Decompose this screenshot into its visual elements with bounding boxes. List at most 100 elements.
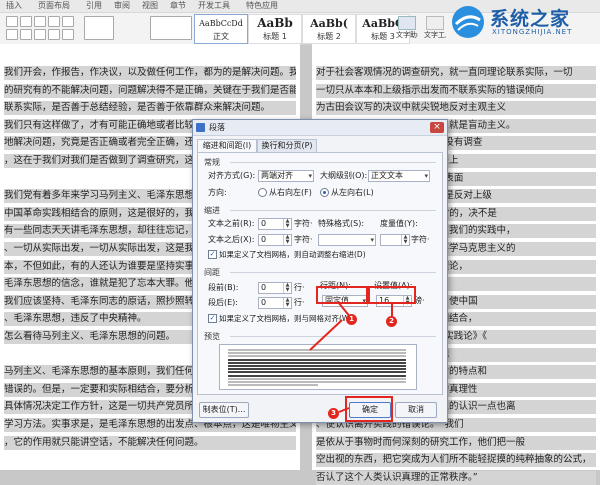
preview-line [228, 381, 406, 383]
outline-level-select[interactable]: 正文文本 ▾ [368, 170, 430, 182]
spinner-icon[interactable]: ▲ ▼ [283, 235, 291, 245]
outdent-icon[interactable] [48, 16, 60, 27]
tab-stops-button[interactable]: 制表位(T)... [199, 402, 249, 418]
section-general: 常规 [204, 158, 220, 167]
document-text-line[interactable]: 是依从于事物时而何深刻的研究工作，他们把一般 [316, 435, 596, 450]
document-text-line[interactable]: ，它的作用就只能讲空话，不能解决任何问题。 [4, 435, 296, 450]
style-heading-1[interactable]: AaBb 标题 1 [248, 14, 302, 44]
after-text-unit[interactable]: 字符· [294, 235, 313, 245]
direction-label: 方向: [208, 188, 227, 197]
menu-developer[interactable]: 开发工具 [198, 0, 230, 12]
logo-name: 系统之家 [490, 8, 571, 30]
indent-icon[interactable] [34, 16, 46, 27]
grid-align-checkbox[interactable]: ✓ [208, 314, 217, 323]
number-list-icon[interactable] [20, 16, 32, 27]
spinner-icon[interactable]: ▲ ▼ [283, 283, 291, 293]
app-icon [196, 123, 205, 132]
document-text-line[interactable]: 联系实际，是否善于总结经验，是否善于依靠群众来解决问题。 [4, 101, 296, 116]
menu-special[interactable]: 特色应用 [246, 0, 278, 12]
outline-level-label: 大纲级别(O): [320, 171, 368, 180]
style-preview: AaBb [257, 16, 293, 30]
before-seg-unit[interactable]: 行· [294, 283, 305, 293]
align-right-icon[interactable] [34, 29, 46, 40]
tab-indent-spacing[interactable]: 缩进和间距(I) [197, 139, 257, 153]
divider [230, 272, 436, 273]
measure-label: 度量值(Y): [380, 219, 418, 228]
measure-unit[interactable]: 字符· [411, 235, 430, 245]
close-icon[interactable]: × [430, 122, 444, 133]
menu-references[interactable]: 引用 [86, 0, 102, 12]
direction-ltr-radio[interactable] [320, 188, 329, 197]
cancel-button[interactable]: 取消 [395, 402, 437, 418]
bullet-list-icon[interactable] [6, 16, 18, 27]
document-text-line[interactable]: 否认了这个人类认识真理的正常秩序。” [316, 470, 596, 485]
preview-line [228, 368, 406, 371]
line-spacing-icon[interactable] [62, 29, 74, 40]
after-text-value: 0 [261, 235, 267, 244]
text-assistant-icon [398, 16, 416, 30]
paragraph-tools-icon[interactable] [150, 16, 192, 40]
align-left-icon[interactable] [6, 29, 18, 40]
measure-input[interactable]: ▲ ▼ [380, 234, 410, 246]
document-text-line[interactable]: 一切只从本本和上级指示出发而不联系实际的错误倾向 [316, 83, 596, 98]
special-format-select[interactable]: ▾ [318, 234, 376, 246]
preview-line [228, 361, 406, 364]
text-tools-button[interactable]: 文字工具 [424, 14, 446, 42]
preview-line [228, 358, 406, 361]
before-seg-value: 0 [261, 283, 267, 292]
document-text-line[interactable]: 我们开会，作报告，作决议，以及做任何工作，都为的是解决问题。我们说 [4, 66, 296, 80]
document-text-line[interactable]: 对于社会客观情况的调查研究，就一直同理论联系实际，一切 [316, 66, 596, 80]
after-seg-input[interactable]: 0 ▲ ▼ [258, 297, 292, 309]
dialog-title: 段落 [209, 123, 225, 132]
preview-line [228, 349, 406, 351]
highlight-ok-button [345, 396, 393, 422]
highlight-set-value [368, 286, 416, 304]
chevron-down-icon: ▾ [308, 172, 312, 180]
border-shading-icon[interactable] [84, 16, 114, 40]
text-assistant-button[interactable]: 文字助手 [396, 14, 418, 42]
before-seg-label: 段前(B): [208, 283, 239, 292]
outline-level-value: 正文文本 [371, 171, 403, 180]
document-text-line[interactable]: 为古田会议写的决议中就尖锐地反对主观主义 [316, 101, 596, 116]
menu-insert[interactable]: 插入 [6, 0, 22, 12]
alignment-select[interactable]: 两端对齐 ▾ [258, 170, 314, 182]
style-normal[interactable]: AaBbCcDd 正文 [194, 14, 248, 44]
section-spacing: 间距 [204, 268, 220, 277]
after-text-input[interactable]: 0 ▲ ▼ [258, 234, 292, 246]
step-badge-2: 2 [386, 316, 397, 327]
spinner-icon[interactable]: ▲ ▼ [283, 298, 291, 308]
spinner-icon[interactable]: ▲ ▼ [401, 235, 409, 245]
button-label: 文字助手 [396, 31, 418, 39]
text-tools-icon [426, 16, 444, 30]
preview-line [228, 377, 406, 380]
logo-icon [452, 6, 484, 38]
menu-view[interactable]: 视图 [142, 0, 158, 12]
menu-review[interactable]: 审阅 [114, 0, 130, 12]
menu-chapter[interactable]: 章节 [170, 0, 186, 12]
document-text-line[interactable]: 空出视的东西，把它突成为人们所不能轻捉摸的纯粹抽象的公式， [316, 453, 596, 468]
before-text-label: 文本之前(R): [208, 219, 255, 228]
spinner-icon[interactable]: ▲ ▼ [283, 219, 291, 229]
paragraph-preview [219, 344, 417, 390]
style-heading-2[interactable]: AaBb( 标题 2 [302, 14, 356, 44]
button-label: 文字工具 [424, 31, 446, 39]
style-preview: AaBb( [310, 17, 348, 30]
justify-icon[interactable] [48, 29, 60, 40]
auto-indent-checkbox[interactable]: ✓ [208, 250, 217, 259]
preview-line [228, 374, 406, 377]
dialog-titlebar[interactable]: 段落 × [193, 120, 447, 136]
sort-icon[interactable] [62, 16, 74, 27]
alignment-value: 两端对齐 [261, 171, 293, 180]
document-text-line[interactable]: 的研究有的不能解决问题，问题解决得不是正确，关键在于我们是否能够理 [4, 83, 296, 98]
chevron-down-icon: ▾ [424, 172, 428, 180]
align-center-icon[interactable] [20, 29, 32, 40]
direction-rtl-radio[interactable] [258, 188, 267, 197]
after-seg-unit[interactable]: 行· [294, 298, 305, 308]
before-text-input[interactable]: 0 ▲ ▼ [258, 218, 292, 230]
menu-page-layout[interactable]: 页面布局 [38, 0, 70, 12]
before-seg-input[interactable]: 0 ▲ ▼ [258, 282, 292, 294]
before-text-unit[interactable]: 字符· [294, 219, 313, 229]
section-preview: 预览 [204, 332, 220, 341]
after-seg-label: 段后(E): [208, 298, 238, 307]
tab-line-page-breaks[interactable]: 换行和分页(P) [257, 139, 317, 152]
